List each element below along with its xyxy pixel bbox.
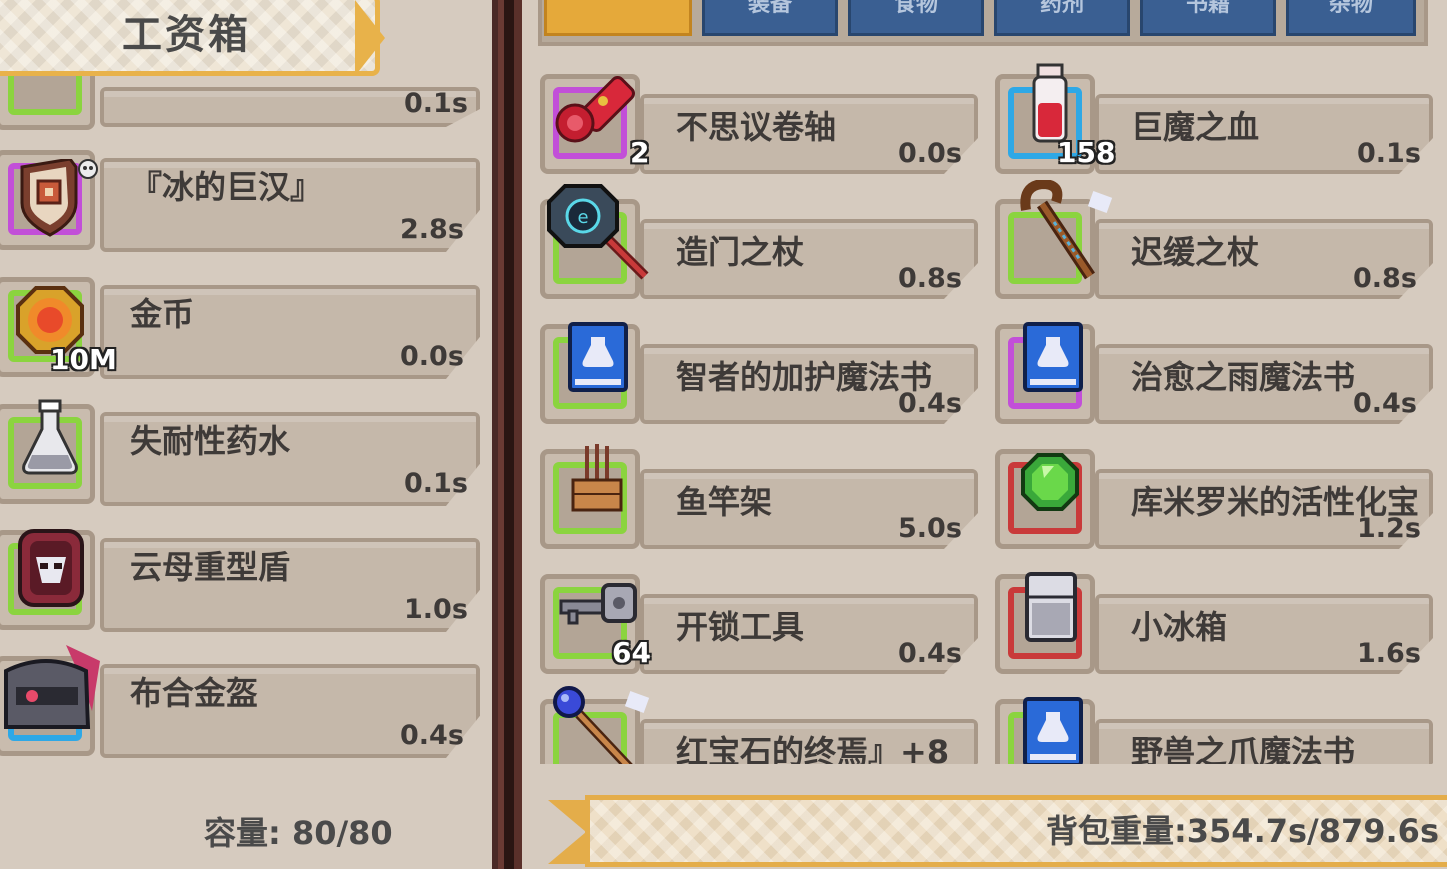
item-icon-box — [995, 180, 1113, 299]
item-icon-box — [540, 444, 640, 549]
category-tabs: 装备 食物 药剂 书籍 杂物 — [538, 0, 1428, 46]
item-icon-box — [0, 645, 100, 756]
item-count: 64 — [612, 636, 651, 669]
spellbook-icon — [1023, 322, 1083, 392]
item-count: 2 — [630, 136, 650, 169]
item-weight: 0.4s — [400, 720, 464, 751]
item-icon-box — [0, 150, 98, 250]
portal-staff-icon: e — [547, 184, 649, 280]
item-icon-box: e — [540, 184, 649, 299]
item-name: 治愈之雨魔法书 — [1131, 358, 1356, 396]
item-name: 造门之杖 — [676, 233, 805, 271]
item-icon-box — [995, 449, 1095, 549]
banner-tail — [548, 800, 586, 864]
panel-divider — [492, 0, 522, 869]
item-weight: 0.1s — [1357, 138, 1421, 169]
item-weight: 1.0s — [404, 594, 468, 625]
item-name: 金币 — [130, 295, 195, 333]
item-name: 开锁工具 — [676, 608, 805, 646]
item-weight: 0.1s — [404, 468, 468, 499]
tab-food[interactable]: 食物 — [848, 0, 984, 36]
helmet-icon — [4, 645, 100, 729]
item-icon-box — [540, 74, 640, 174]
green-gem-icon — [1021, 453, 1079, 511]
item-weight: 0.8s — [898, 263, 962, 294]
item-name: 『冰的巨汉』 — [130, 168, 323, 206]
storage-panel: 0.1s 『冰的巨汉』 2.8s 10M 金币 0.0s 失耐性药水 0.1s … — [0, 0, 492, 869]
item-weight: 0.0s — [400, 341, 464, 372]
item-weight: 1.6s — [1357, 638, 1421, 669]
item-icon-box — [540, 322, 640, 424]
shield-skull-icon — [20, 159, 98, 237]
item-weight: 0.0s — [898, 138, 962, 169]
item-name: 鱼竿架 — [676, 483, 773, 521]
item-count: 10M — [50, 343, 117, 376]
item-name: 布合金盔 — [130, 674, 259, 712]
item-count: 158 — [1057, 136, 1116, 169]
fridge-icon — [1025, 572, 1077, 642]
item-icon-box — [0, 399, 95, 504]
bag-weight-label: 背包重量:354.7s/879.6s — [1045, 812, 1439, 850]
item-weight: 0.8s — [1353, 263, 1417, 294]
item-icon-box — [995, 322, 1095, 424]
svg-text:e: e — [577, 207, 588, 228]
blood-vial-icon — [1032, 63, 1068, 143]
item-weight: 2.8s — [400, 214, 464, 245]
item-name: 迟缓之杖 — [1131, 233, 1260, 271]
item-name: 小冰箱 — [1131, 608, 1228, 646]
banner-tip — [355, 0, 385, 76]
item-weight: 0.1s — [404, 88, 468, 119]
key-icon — [559, 583, 637, 625]
tab-books[interactable]: 书籍 — [1140, 0, 1276, 36]
potion-flask-icon — [22, 399, 78, 475]
item-weight: 5.0s — [898, 513, 962, 544]
item-name: 智者的加护魔法书 — [676, 358, 933, 396]
page-title: 工资箱 — [122, 12, 251, 58]
item-name: 不思议卷轴 — [676, 108, 837, 146]
tab-equipment[interactable]: 装备 — [702, 0, 838, 36]
tab-misc[interactable]: 杂物 — [1286, 0, 1416, 36]
item-icon-box — [0, 529, 95, 630]
item-weight: 1.2s — [1357, 513, 1421, 544]
item-name: 云母重型盾 — [130, 548, 291, 586]
wooden-staff-icon — [1020, 180, 1113, 280]
heavy-shield-icon — [18, 529, 84, 607]
item-icon-box — [995, 572, 1095, 674]
item-name: 巨魔之血 — [1131, 108, 1260, 146]
capacity-label: 容量: 80/80 — [204, 814, 393, 852]
item-weight: 0.4s — [1353, 388, 1417, 419]
rod-rack-icon — [571, 444, 623, 512]
tab-potions[interactable]: 药剂 — [994, 0, 1130, 36]
spellbook-icon — [568, 322, 628, 392]
item-weight: 0.4s — [898, 638, 962, 669]
spellbook-icon — [1023, 697, 1083, 767]
tab-all[interactable] — [544, 0, 692, 36]
item-name: 失耐性药水 — [130, 422, 291, 460]
item-weight: 0.4s — [898, 388, 962, 419]
